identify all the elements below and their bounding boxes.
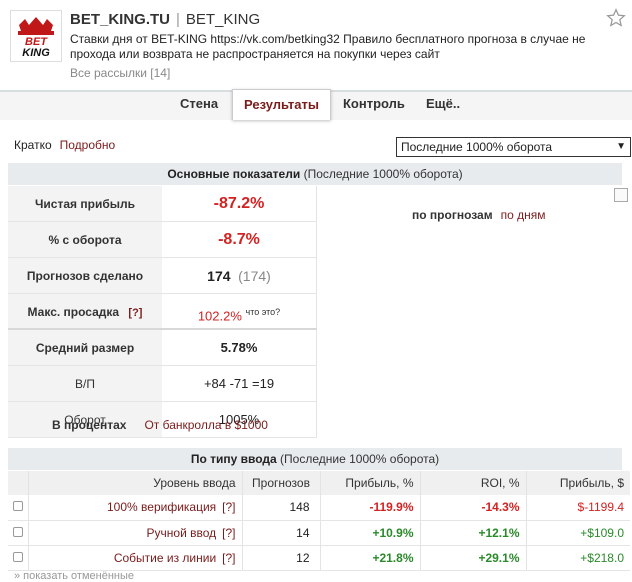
tab-wall[interactable]: Стена (180, 96, 218, 111)
profit-pct-cell: +10.9% (320, 520, 421, 546)
profit-pct-cell: -119.9% (320, 495, 421, 521)
roi-cell: +29.1% (420, 545, 527, 571)
star-icon[interactable] (606, 8, 626, 28)
svg-text:KING: KING (22, 47, 50, 59)
level-link[interactable]: Ручной ввод (147, 526, 217, 540)
table-row: Событие из линии [?] 12 +21.8% +29.1% +$2… (8, 545, 630, 571)
stat-label: Прогнозов сделано (8, 258, 162, 294)
stat-value: 102.2% (197, 308, 242, 324)
channel-description: Ставки дня от BET-KING https://vk.com/be… (70, 32, 586, 61)
row-checkbox[interactable] (12, 501, 23, 512)
col-profit-pct: Прибыль, % (320, 471, 421, 495)
stat-label: Чистая прибыль (8, 186, 162, 222)
stat-label: Средний размер (8, 330, 162, 366)
level-help-link[interactable]: [?] (222, 526, 235, 540)
table-header-row: Уровень ввода Прогнозов Прибыль, % ROI, … (8, 471, 630, 495)
row-checkbox[interactable] (12, 526, 23, 537)
table-row: 100% верификация [?] 148 -119.9% -14.3% $… (8, 495, 630, 521)
roi-cell: +12.1% (420, 520, 527, 546)
stat-row-net-profit: Чистая прибыль -87.2% (8, 186, 317, 222)
by-type-header: По типу ввода (Последние 1000% оборота) (8, 448, 622, 470)
stat-value: -87.2% (213, 195, 265, 212)
stat-row-avg-size: Средний размер 5.78% (8, 330, 317, 366)
by-forecasts-label: по прогнозам (412, 208, 493, 222)
crown-logo-icon: BET KING (11, 11, 61, 61)
main-stats-subtitle: (Последние 1000% оборота) (303, 167, 463, 181)
period-select[interactable]: Последние 1000% оборота ▼ (396, 137, 631, 157)
col-roi: ROI, % (420, 471, 527, 495)
stat-label: Макс. просадка [?] (8, 294, 162, 330)
mode-detailed[interactable]: Подробно (60, 138, 116, 152)
tab-control[interactable]: Контроль (343, 96, 405, 111)
by-type-title: По типу ввода (190, 452, 277, 466)
stat-value: -8.7% (218, 231, 260, 248)
by-days-link[interactable]: по дням (501, 208, 546, 222)
count-cell: 14 (242, 520, 321, 546)
chevron-down-icon: ▼ (616, 141, 626, 152)
by-type-table: Уровень ввода Прогнозов Прибыль, % ROI, … (8, 471, 630, 571)
stat-value: 5.78% (220, 340, 258, 355)
table-row: Ручной ввод [?] 14 +10.9% +12.1% +$109.0 (8, 520, 630, 546)
percent-switch: В процентах От банкролла в $1000 (52, 418, 268, 432)
from-bankroll-link[interactable]: От банкролла в $1000 (144, 418, 268, 432)
stat-row-forecasts: Прогнозов сделано 174 (174) (8, 258, 317, 294)
stat-label: % с оборота (8, 222, 162, 258)
stat-value-total: (174) (238, 268, 271, 284)
stat-row-percent-turnover: % с оборота -8.7% (8, 222, 317, 258)
col-profit-usd: Прибыль, $ (526, 471, 630, 495)
tab-results[interactable]: Результаты (232, 89, 331, 120)
stat-row-win-loss: В/П +84 -71 =19 (8, 366, 317, 402)
level-link[interactable]: 100% верификация (107, 500, 216, 514)
in-percent-label: В процентах (52, 418, 127, 432)
stat-row-max-drawdown: Макс. просадка [?] 102.2% что это? (8, 294, 317, 330)
main-stats-title: Основные показатели (167, 167, 301, 181)
view-mode: Кратко Подробно (14, 138, 115, 152)
row-checkbox[interactable] (12, 551, 23, 562)
count-cell: 12 (242, 545, 321, 571)
drawdown-help-link[interactable]: [?] (128, 307, 142, 319)
tab-more[interactable]: Ещё.. (426, 96, 460, 111)
profit-usd-cell: $-1199.4 (526, 495, 630, 521)
channel-handle: BET_KING (185, 11, 261, 28)
channel-name: BET_KING.TU (70, 11, 171, 28)
all-mailings-link[interactable]: Все рассылки [14] (70, 66, 170, 80)
main-stats-header: Основные показатели (Последние 1000% обо… (8, 163, 622, 185)
bet-king-logo[interactable]: BET KING (10, 10, 62, 62)
level-help-link[interactable]: [?] (222, 500, 235, 514)
level-help-link[interactable]: [?] (222, 551, 235, 565)
broken-image-icon (614, 188, 628, 202)
col-level: Уровень ввода (28, 471, 243, 495)
show-cancelled-link[interactable]: » показать отменённые (14, 570, 134, 582)
level-link[interactable]: Событие из линии (114, 551, 216, 565)
header: BET KING BET_KING.TU | BET_KING Ставки дня… (0, 0, 632, 92)
by-type-subtitle: (Последние 1000% оборота) (280, 452, 440, 466)
chart-view-switch: по прогнозам по дням (412, 208, 546, 222)
profit-usd-cell: +$109.0 (526, 520, 630, 546)
stat-value: +84 -71 =19 (203, 376, 275, 391)
period-select-value: Последние 1000% оборота (401, 140, 553, 154)
stat-label: В/П (8, 366, 162, 402)
stat-label-text: Макс. просадка (27, 305, 120, 319)
col-count: Прогнозов (242, 471, 321, 495)
col-check (8, 471, 29, 495)
stat-value: 174 (207, 268, 231, 284)
roi-cell: -14.3% (420, 495, 527, 521)
mode-short[interactable]: Кратко (14, 138, 52, 152)
what-is-this-link[interactable]: что это? (246, 307, 281, 317)
profit-usd-cell: +$218.0 (526, 545, 630, 571)
profit-pct-cell: +21.8% (320, 545, 421, 571)
count-cell: 148 (242, 495, 321, 521)
channel-title: BET_KING.TU | BET_KING (70, 11, 261, 28)
